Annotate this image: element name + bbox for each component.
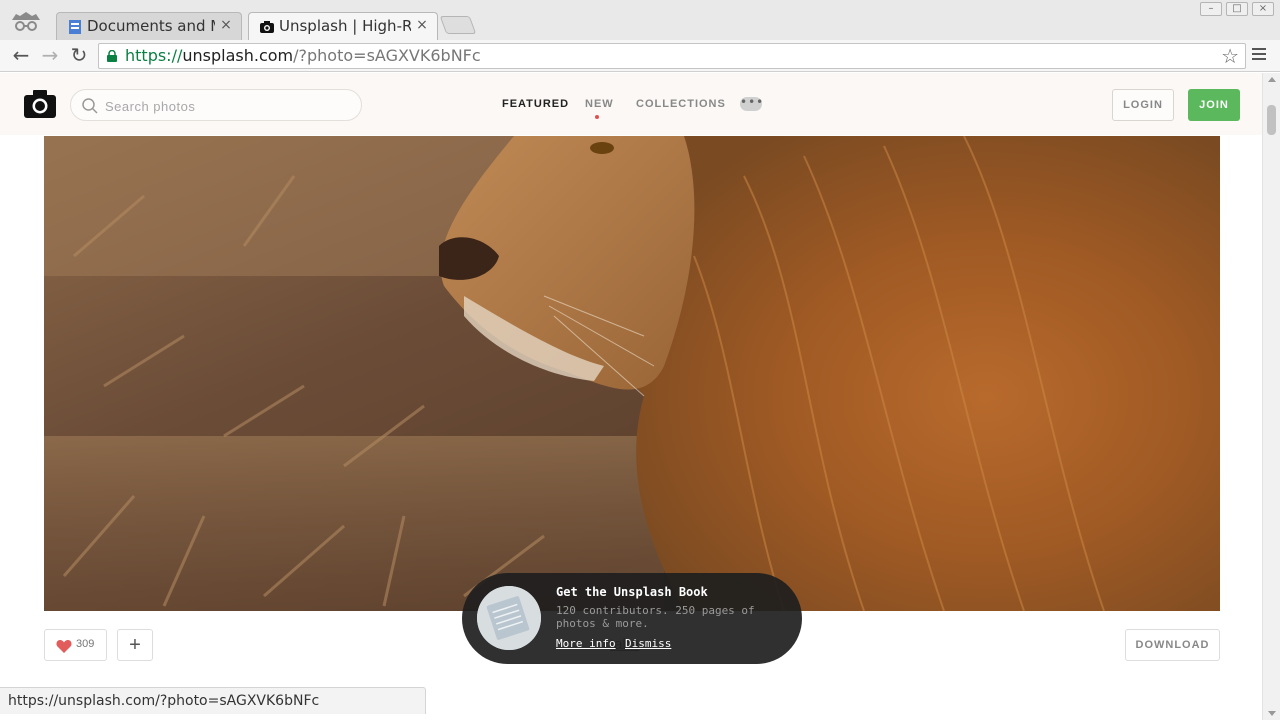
tab-unsplash[interactable]: Unsplash | High-Re × xyxy=(248,12,438,40)
site-header: FEATURED NEW COLLECTIONS ••• LOGIN JOIN xyxy=(0,73,1262,135)
minimize-icon[interactable]: – xyxy=(1200,2,1222,16)
forward-arrow-icon[interactable]: → xyxy=(38,44,62,68)
camera-favicon-icon xyxy=(260,21,274,33)
login-button[interactable]: LOGIN xyxy=(1112,89,1174,121)
lock-icon xyxy=(107,50,117,62)
tab-close-icon[interactable]: × xyxy=(415,18,429,32)
search-icon xyxy=(82,98,98,114)
address-bar[interactable]: https://unsplash.com/?photo=sAGXVK6bNFc … xyxy=(98,43,1246,69)
dismiss-link[interactable]: Dismiss xyxy=(625,637,671,650)
scroll-down-icon[interactable] xyxy=(1268,711,1276,716)
maximize-icon[interactable]: □ xyxy=(1226,2,1248,16)
nav-collections[interactable]: COLLECTIONS xyxy=(636,98,726,110)
tab-documents[interactable]: Documents and Me × xyxy=(56,12,242,40)
search-box[interactable] xyxy=(70,89,362,121)
reload-icon[interactable]: ↻ xyxy=(67,44,91,68)
new-tab-button[interactable] xyxy=(439,16,477,34)
nav-featured[interactable]: FEATURED xyxy=(502,98,569,110)
like-button[interactable]: 309 xyxy=(44,629,107,661)
join-button[interactable]: JOIN xyxy=(1188,89,1240,121)
book-thumbnail xyxy=(477,586,541,650)
scrollbar-thumb[interactable] xyxy=(1267,105,1276,135)
book-promo-toast: Get the Unsplash Book 120 contributors. … xyxy=(462,573,802,664)
url-text: https://unsplash.com/?photo=sAGXVK6bNFc xyxy=(125,46,481,66)
more-info-link[interactable]: More info xyxy=(556,637,616,650)
like-count: 309 xyxy=(76,638,95,650)
new-indicator-dot xyxy=(595,115,599,119)
window-close-icon[interactable]: × xyxy=(1252,2,1274,16)
toast-description: 120 contributors. 250 pages of photos & … xyxy=(556,604,755,630)
toast-title: Get the Unsplash Book xyxy=(556,585,708,599)
nav-new[interactable]: NEW xyxy=(585,98,614,110)
scroll-up-icon[interactable] xyxy=(1268,77,1276,82)
docs-favicon-icon xyxy=(69,20,81,34)
more-menu-icon[interactable]: ••• xyxy=(740,96,763,111)
back-arrow-icon[interactable]: ← xyxy=(9,44,33,68)
browser-menu-icon[interactable] xyxy=(1252,48,1266,64)
lion-photo[interactable] xyxy=(44,136,1220,611)
page-viewport: FEATURED NEW COLLECTIONS ••• LOGIN JOIN xyxy=(0,73,1262,720)
tab-close-icon[interactable]: × xyxy=(219,18,233,32)
download-button[interactable]: DOWNLOAD xyxy=(1125,629,1220,661)
tab-title: Documents and Me xyxy=(87,17,215,35)
url-scheme: https:// xyxy=(125,46,183,65)
camera-logo-icon[interactable] xyxy=(24,88,56,118)
status-bar: https://unsplash.com/?photo=sAGXVK6bNFc xyxy=(0,687,426,714)
heart-icon xyxy=(56,640,72,653)
search-input[interactable] xyxy=(105,96,345,116)
browser-tabstrip: Documents and Me × Unsplash | High-Re × … xyxy=(0,0,1280,40)
url-path: /?photo=sAGXVK6bNFc xyxy=(293,46,481,65)
status-url: https://unsplash.com/?photo=sAGXVK6bNFc xyxy=(8,693,320,709)
add-to-collection-button[interactable]: + xyxy=(117,629,153,661)
vertical-scrollbar[interactable] xyxy=(1262,73,1280,720)
bookmark-star-icon[interactable]: ☆ xyxy=(1221,45,1239,67)
browser-toolbar: ← → ↻ https://unsplash.com/?photo=sAGXVK… xyxy=(0,40,1280,72)
incognito-icon xyxy=(12,12,40,31)
tab-title: Unsplash | High-Re xyxy=(279,17,411,35)
url-host: unsplash.com xyxy=(182,46,294,65)
